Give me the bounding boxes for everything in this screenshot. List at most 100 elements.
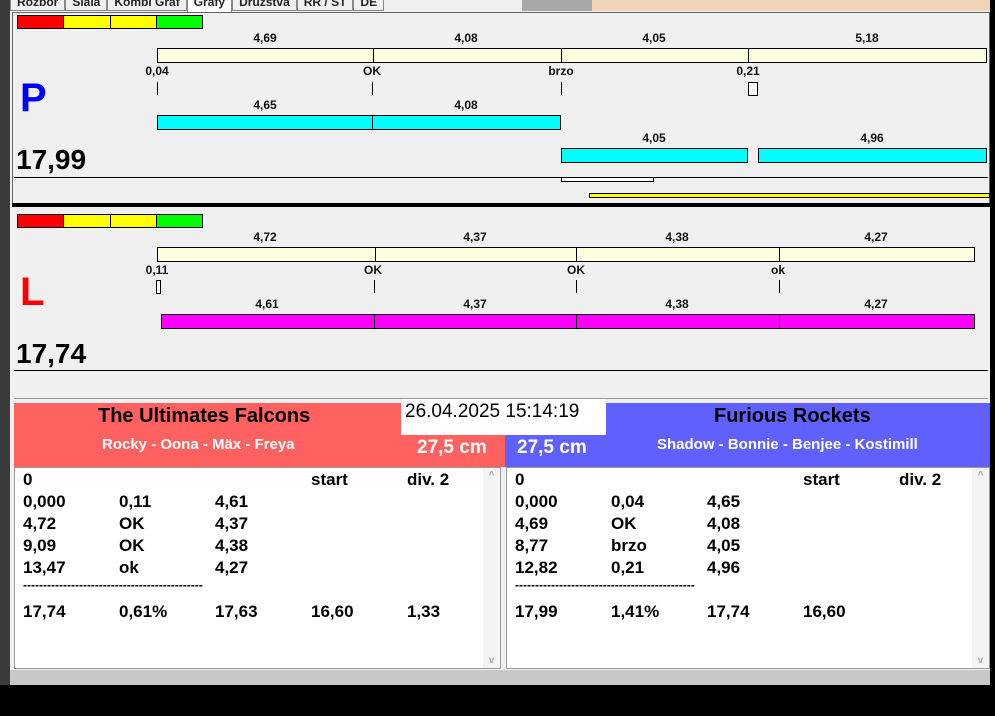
split-label: 4,37 bbox=[463, 297, 487, 311]
split-label: 4,96 bbox=[860, 131, 884, 145]
tick-label: ok bbox=[770, 263, 786, 277]
list-cell: ok bbox=[119, 558, 139, 577]
lane-total-time: 17,74 bbox=[16, 338, 87, 369]
team-right-distance: 27,5 cm bbox=[517, 437, 587, 458]
list-cell: OK bbox=[119, 514, 145, 533]
list-cell: 0,000 bbox=[23, 492, 66, 511]
team-right-players: Shadow - Bonnie - Benjee - Kostimill bbox=[657, 436, 918, 453]
team-right-results-list[interactable]: ^ v 0 start div. 2 0,000 0,04 4,65 4,69 OK 4,08 8,… bbox=[506, 467, 990, 669]
list-header-cell: div. 2 bbox=[407, 470, 450, 489]
split-label: 4,05 bbox=[642, 31, 666, 45]
tab-druzstva[interactable]: Družstva bbox=[232, 0, 297, 11]
divider bbox=[14, 177, 988, 178]
list-cell: 4,08 bbox=[707, 514, 741, 533]
scroll-down-icon[interactable]: v bbox=[972, 655, 989, 666]
tick-mark bbox=[372, 82, 373, 95]
lane-p-cyan-bar bbox=[157, 115, 561, 130]
list-cell: 4,27 bbox=[215, 558, 249, 577]
split-label: 4,27 bbox=[864, 230, 888, 244]
scrollbar[interactable]: ^ v bbox=[483, 468, 500, 668]
lane-p-panel bbox=[12, 12, 990, 204]
reaction-box bbox=[748, 82, 758, 96]
team-left-results-list[interactable]: ^ v 0 start div. 2 0,000 0,11 4,61 4,72 OK 4,37 9,… bbox=[14, 467, 501, 669]
list-header-cell: 0 bbox=[515, 470, 525, 489]
tab-kombi-graf[interactable]: Kombi Graf bbox=[107, 0, 187, 11]
list-total-cell: 17,99 bbox=[515, 602, 558, 621]
lane-p-split-bar bbox=[157, 48, 987, 63]
tab-de[interactable]: DE bbox=[353, 0, 385, 11]
reaction-box bbox=[156, 280, 161, 294]
color-scale bbox=[17, 214, 203, 228]
datetime-display: 26.04.2025 15:14:19 bbox=[401, 399, 606, 435]
tab-rr-st[interactable]: RR / ST bbox=[296, 0, 354, 11]
tick-mark bbox=[157, 82, 158, 95]
list-cell: 4,61 bbox=[215, 492, 249, 511]
team-left-players: Rocky - Oona - Mäx - Freya bbox=[102, 436, 295, 453]
list-cell: 0,11 bbox=[119, 492, 152, 511]
split-label: 4,37 bbox=[463, 230, 487, 244]
list-total-cell: 0,61% bbox=[119, 602, 168, 621]
list-total-cell: 1,41% bbox=[611, 602, 660, 621]
list-header-cell: start bbox=[803, 470, 840, 489]
color-scale bbox=[17, 15, 203, 29]
tick-label: brzo bbox=[548, 64, 574, 78]
scroll-up-icon[interactable]: ^ bbox=[483, 470, 500, 481]
team-left-name: The Ultimates Falcons bbox=[98, 405, 311, 427]
list-total-cell: 1,33 bbox=[407, 602, 441, 621]
split-label: 4,08 bbox=[454, 31, 478, 45]
tick-label: 0,11 bbox=[145, 263, 169, 277]
tab-siala[interactable]: Siala bbox=[65, 0, 108, 11]
list-cell: 4,65 bbox=[707, 492, 741, 511]
lane-separator bbox=[12, 203, 990, 207]
list-header-cell: 0 bbox=[23, 470, 33, 489]
list-cell: 8,77 bbox=[515, 536, 549, 555]
tick-label: OK bbox=[363, 64, 381, 78]
split-label: 4,65 bbox=[253, 98, 277, 112]
list-cell: OK bbox=[611, 514, 637, 533]
list-total-cell: 17,74 bbox=[707, 602, 750, 621]
lane-total-time: 17,99 bbox=[16, 144, 87, 175]
list-header-cell: div. 2 bbox=[899, 470, 942, 489]
tick-mark bbox=[779, 280, 780, 293]
split-label: 5,18 bbox=[855, 31, 879, 45]
tick-mark bbox=[576, 280, 577, 293]
split-label: 4,08 bbox=[454, 98, 478, 112]
lane-l-split-bar bbox=[157, 247, 975, 262]
tab-bar: Rozbor Siala Kombi Graf Grafy Družstva R… bbox=[10, 0, 530, 13]
list-cell: 4,72 bbox=[23, 514, 57, 533]
list-total-cell: 17,74 bbox=[23, 602, 66, 621]
tab-bar-filler bbox=[522, 0, 592, 11]
list-cell: 0,21 bbox=[611, 558, 645, 577]
list-cell: 13,47 bbox=[23, 558, 66, 577]
list-total-cell: 16,60 bbox=[311, 602, 354, 621]
tab-rozbor[interactable]: Rozbor bbox=[10, 0, 66, 11]
lane-l-magenta-bar bbox=[161, 314, 975, 329]
list-cell: 4,37 bbox=[215, 514, 249, 533]
list-cell: 4,05 bbox=[707, 536, 741, 555]
list-cell: 12,82 bbox=[515, 558, 558, 577]
team-right-name: Furious Rockets bbox=[714, 405, 871, 427]
list-separator: ----------------------------------------… bbox=[23, 578, 203, 592]
list-cell: 0,04 bbox=[611, 492, 645, 511]
list-total-cell: 16,60 bbox=[803, 602, 846, 621]
scroll-up-icon[interactable]: ^ bbox=[972, 470, 989, 481]
progress-bar bbox=[589, 193, 990, 198]
tick-label: 0,21 bbox=[736, 64, 760, 78]
status-bar bbox=[10, 670, 990, 685]
tick-mark bbox=[374, 280, 375, 293]
list-cell: brzo bbox=[611, 536, 647, 555]
list-cell: 4,69 bbox=[515, 514, 549, 533]
split-label: 4,27 bbox=[864, 297, 888, 311]
window-edge bbox=[0, 0, 10, 685]
split-label: 4,05 bbox=[642, 131, 666, 145]
lane-letter: L bbox=[20, 270, 45, 314]
tick-label: OK bbox=[567, 263, 585, 277]
list-cell: 0,000 bbox=[515, 492, 558, 511]
lane-p-cyan-bar bbox=[561, 148, 748, 163]
lane-letter: P bbox=[20, 76, 47, 120]
scroll-down-icon[interactable]: v bbox=[483, 655, 500, 666]
tick-label: OK bbox=[364, 263, 382, 277]
progress-marker bbox=[561, 177, 654, 182]
list-header-cell: start bbox=[311, 470, 348, 489]
scrollbar[interactable]: ^ v bbox=[972, 468, 989, 668]
